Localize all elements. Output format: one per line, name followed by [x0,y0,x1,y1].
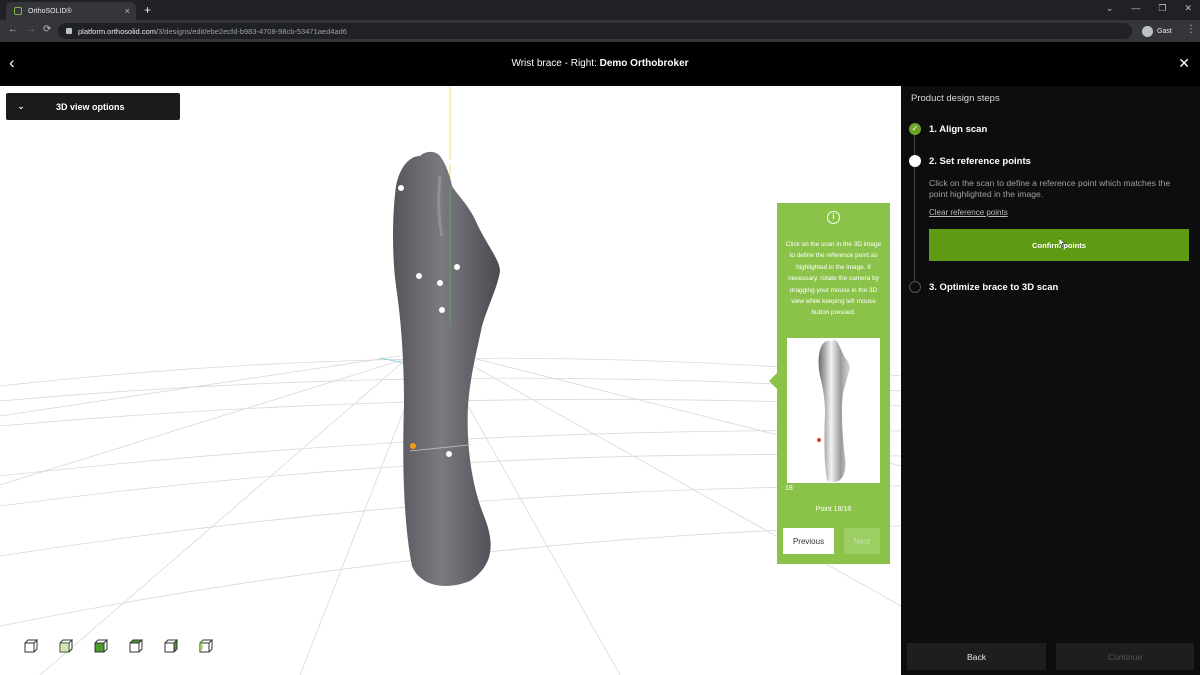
view-options-label: 3D view options [56,101,125,112]
clear-reference-points-link[interactable]: Clear reference points [929,208,1008,217]
arm-scan-model[interactable] [393,151,500,586]
profile-button[interactable]: Gast [1142,23,1172,39]
step-todo-indicator-icon [909,281,921,293]
panel-title: Product design steps [911,93,1000,104]
chevron-down-icon: ⌄ [17,101,25,111]
app-header: ‹ Wrist brace - Right: Demo Orthobroker … [0,42,1200,86]
reference-hint-card: i Click on the scan in the 3D image to d… [769,203,890,564]
highlighted-point-marker [817,438,821,442]
view-cube-icon[interactable] [164,639,178,653]
window-controls: ⌄ — ❐ ✕ [1106,3,1192,14]
mouse-cursor-icon [1059,238,1065,248]
view-cube-icon[interactable] [24,639,38,653]
active-reference-point[interactable] [410,443,416,449]
view-cube-icon[interactable] [129,639,143,653]
steps-connector [914,129,915,289]
orthosolid-favicon-icon [14,7,22,15]
back-button[interactable]: Back [907,643,1046,670]
info-icon: i [827,211,840,224]
address-bar[interactable]: platform.orthosolid.com/3/designs/edit/e… [58,23,1132,39]
tab-title: OrthoSOLID® [28,7,72,15]
thumbnail-point-number: 18 [785,485,793,492]
window-close-icon[interactable]: ✕ [1184,3,1192,14]
previous-point-button[interactable]: Previous [783,528,834,554]
step-active-indicator-icon [909,155,921,167]
tab-close-icon[interactable]: × [125,6,130,16]
step-2-description: Click on the scan to define a reference … [929,178,1171,199]
scene-canvas[interactable] [0,86,901,675]
url-path: /3/designs/edit/ebe2ecfd-b983-4708-98cb-… [155,26,347,36]
browser-menu-icon[interactable]: ⋮ [1186,24,1196,35]
lock-icon [66,28,72,34]
step-3-label[interactable]: 3. Optimize brace to 3D scan [929,282,1058,293]
title-prefix: Wrist brace - Right: [511,58,600,69]
minimize-icon[interactable]: — [1131,3,1140,14]
view-cube-toolbar [24,639,213,653]
profile-name: Gast [1157,27,1172,35]
back-nav-icon[interactable]: ← [8,24,18,35]
point-counter: Point 18/18 [815,506,852,513]
3d-viewport[interactable]: ⌄ 3D view options i Click on the scan in… [0,86,901,675]
reload-icon[interactable]: ⟳ [43,24,51,35]
continue-button[interactable]: Continue [1056,643,1194,670]
url-host: platform.orthosolid.com [78,26,156,36]
step-2-label[interactable]: 2. Set reference points [929,156,1031,167]
design-steps-panel: Product design steps ✓ 1. Align scan 2. … [901,86,1200,675]
page-title: Wrist brace - Right: Demo Orthobroker [0,58,1200,69]
restore-icon[interactable]: ❐ [1158,3,1166,14]
view-options-toggle[interactable]: ⌄ 3D view options [6,93,180,120]
view-cube-icon[interactable] [59,639,73,653]
hint-text: Click on the scan in the 3D image to def… [785,241,882,317]
view-cube-icon[interactable] [199,639,213,653]
step-1-label[interactable]: 1. Align scan [929,124,987,135]
tab-search-icon[interactable]: ⌄ [1106,3,1114,14]
browser-toolbar: ← → ⟳ platform.orthosolid.com/3/designs/… [0,20,1200,42]
browser-tab[interactable]: OrthoSOLID® × [6,2,136,20]
close-icon[interactable]: ✕ [1178,55,1190,72]
view-cube-icon[interactable] [94,639,108,653]
step-done-check-icon: ✓ [909,123,921,135]
browser-tab-strip: OrthoSOLID® × + ⌄ — ❐ ✕ [0,0,1200,20]
new-tab-button[interactable]: + [144,3,151,17]
reference-thumbnail-image [787,338,880,483]
next-point-button[interactable]: Next [844,528,880,554]
title-customer: Demo Orthobroker [599,58,689,69]
avatar [1142,25,1153,37]
forward-nav-icon[interactable]: → [26,24,36,35]
